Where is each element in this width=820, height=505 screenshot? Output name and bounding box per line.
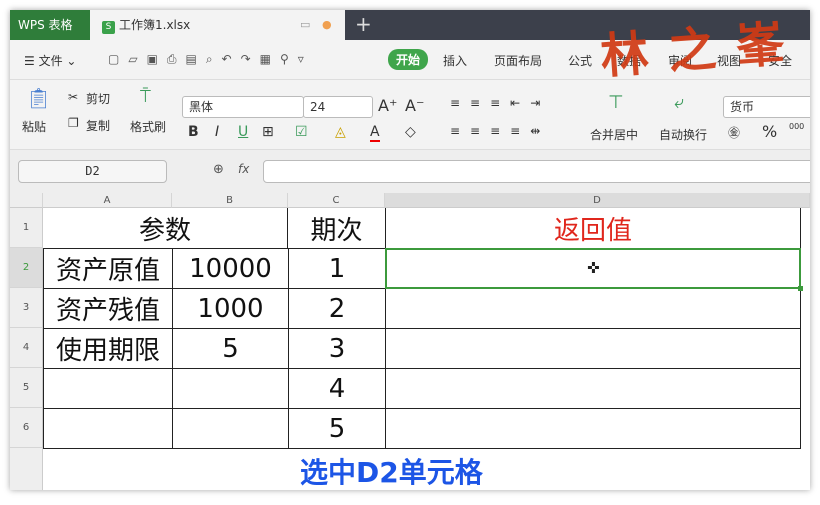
border-icon[interactable]: ⊞	[262, 124, 274, 140]
merge-icon[interactable]: ⊤	[608, 92, 624, 113]
merge-center-button[interactable]: 合并居中	[590, 126, 638, 143]
cell-c4[interactable]: 3	[288, 328, 386, 369]
row-header-7[interactable]	[10, 448, 43, 490]
cell-b3[interactable]: 1000	[172, 288, 289, 329]
unsaved-dot-icon: ●	[322, 18, 332, 31]
font-name-select[interactable]: 黑体	[182, 96, 304, 118]
cell-c1[interactable]: 期次	[288, 208, 385, 248]
increase-font-icon[interactable]: A⁺	[378, 96, 397, 115]
row-header-2[interactable]: 2	[10, 248, 43, 288]
column-header-b[interactable]: B	[172, 193, 288, 208]
vertical-align-icons[interactable]: ≡≡≡⇤⇥	[450, 96, 550, 110]
cell-a3[interactable]: 资产残值	[43, 288, 173, 329]
menu-formula[interactable]: 公式	[568, 52, 592, 69]
underline-button[interactable]: U	[238, 124, 248, 140]
eraser-icon[interactable]: ◇	[405, 124, 416, 140]
currency-icon[interactable]: ㊎	[728, 124, 740, 141]
scissors-icon[interactable]: ✂	[68, 90, 78, 104]
row-header-4[interactable]: 4	[10, 328, 43, 368]
copy-icon[interactable]: ❐	[68, 116, 79, 130]
cell-a6[interactable]	[43, 408, 173, 449]
cell-c6[interactable]: 5	[288, 408, 386, 449]
format-painter-button[interactable]: 格式刷	[130, 118, 166, 135]
ribbon: 📋︎ 粘贴 ✂ 剪切 ❐ 复制 ⍑ 格式刷 黑体 24 A⁺ A⁻ B I U …	[10, 80, 810, 150]
italic-button[interactable]: I	[215, 124, 219, 140]
percent-button[interactable]: %	[762, 122, 777, 141]
file-menu[interactable]: ☰ 文件 ⌄	[24, 52, 76, 69]
cell-a1-merged[interactable]: 参数	[43, 208, 288, 248]
app-tab[interactable]: WPS 表格	[10, 10, 90, 40]
caption-text: 选中D2单元格	[300, 456, 483, 489]
cell-cursor-icon: ✜	[587, 259, 600, 277]
row-header-3[interactable]: 3	[10, 288, 43, 328]
thousands-button[interactable]: 000	[789, 122, 804, 131]
cell-c2[interactable]: 1	[288, 248, 386, 289]
fill-handle[interactable]	[798, 286, 803, 291]
menu-insert[interactable]: 插入	[443, 52, 467, 69]
decrease-font-icon[interactable]: A⁻	[405, 96, 424, 115]
cell-d1[interactable]: 返回值	[385, 208, 801, 248]
fill-color-icon[interactable]: ◬	[335, 124, 346, 140]
cell-a4[interactable]: 使用期限	[43, 328, 173, 369]
number-format-select[interactable]: 货币	[723, 96, 810, 118]
cell-c5[interactable]: 4	[288, 368, 386, 409]
wrap-icon[interactable]: ⤶	[674, 92, 684, 113]
menu-page-layout[interactable]: 页面布局	[494, 52, 542, 69]
zoom-formula-icon[interactable]: ⊕	[213, 162, 224, 177]
wps-window: WPS 表格 S 工作簿1.xlsx ▭ ● + ☰ 文件 ⌄ ▢▱▣⎙▤⌕↶↷▦…	[10, 10, 810, 490]
document-title: 工作簿1.xlsx	[119, 18, 191, 32]
fill-icon[interactable]: ☑	[295, 124, 308, 140]
new-tab-button[interactable]: +	[355, 10, 372, 38]
paste-icon[interactable]: 📋︎	[26, 86, 51, 110]
row-header-6[interactable]: 6	[10, 408, 43, 448]
format-painter-icon[interactable]: ⍑	[140, 86, 151, 107]
name-box[interactable]: D2	[18, 160, 167, 183]
column-header-a[interactable]: A	[43, 193, 172, 208]
cell-d5[interactable]	[385, 368, 801, 409]
quick-access-icons[interactable]: ▢▱▣⎙▤⌕↶↷▦⚲▿	[108, 52, 313, 67]
document-tab[interactable]: S 工作簿1.xlsx ▭ ●	[90, 10, 345, 40]
cell-d6[interactable]	[385, 408, 801, 449]
spreadsheet-icon: S	[102, 21, 115, 34]
watermark-logo: 林之峯	[598, 14, 807, 86]
paste-button[interactable]: 粘贴	[22, 118, 46, 135]
row-header-1[interactable]: 1	[10, 208, 43, 248]
column-header-c[interactable]: C	[288, 193, 385, 208]
font-color-icon[interactable]: A	[370, 124, 380, 142]
file-label: 文件	[38, 54, 63, 68]
horizontal-align-icons[interactable]: ≡≡≡≡⇹	[450, 124, 550, 138]
copy-button[interactable]: 复制	[86, 117, 110, 134]
cut-button[interactable]: 剪切	[86, 90, 110, 107]
cell-a5[interactable]	[43, 368, 173, 409]
cell-a2[interactable]: 资产原值	[43, 248, 173, 289]
select-all-corner[interactable]	[10, 193, 43, 208]
font-size-select[interactable]: 24	[303, 96, 373, 118]
bold-button[interactable]: B	[188, 124, 199, 140]
cell-b5[interactable]	[172, 368, 289, 409]
spreadsheet-grid: A B C D 1 2 3 4 5 6 参数 期次 返回值 资产原值 10000…	[10, 193, 810, 490]
cell-b6[interactable]	[172, 408, 289, 449]
menu-start[interactable]: 开始	[388, 49, 429, 70]
cell-c3[interactable]: 2	[288, 288, 386, 329]
cell-d4[interactable]	[385, 328, 801, 369]
column-header-d[interactable]: D	[385, 193, 810, 208]
cell-d3[interactable]	[385, 288, 801, 329]
cell-b2[interactable]: 10000	[172, 248, 289, 289]
wrap-text-button[interactable]: 自动换行	[659, 126, 707, 143]
formula-bar: D2 ⊕ fx	[10, 150, 810, 195]
row-header-5[interactable]: 5	[10, 368, 43, 408]
monitor-icon[interactable]: ▭	[300, 10, 310, 40]
fx-button[interactable]: fx	[238, 162, 249, 176]
cell-b4[interactable]: 5	[172, 328, 289, 369]
formula-input[interactable]	[263, 160, 810, 183]
